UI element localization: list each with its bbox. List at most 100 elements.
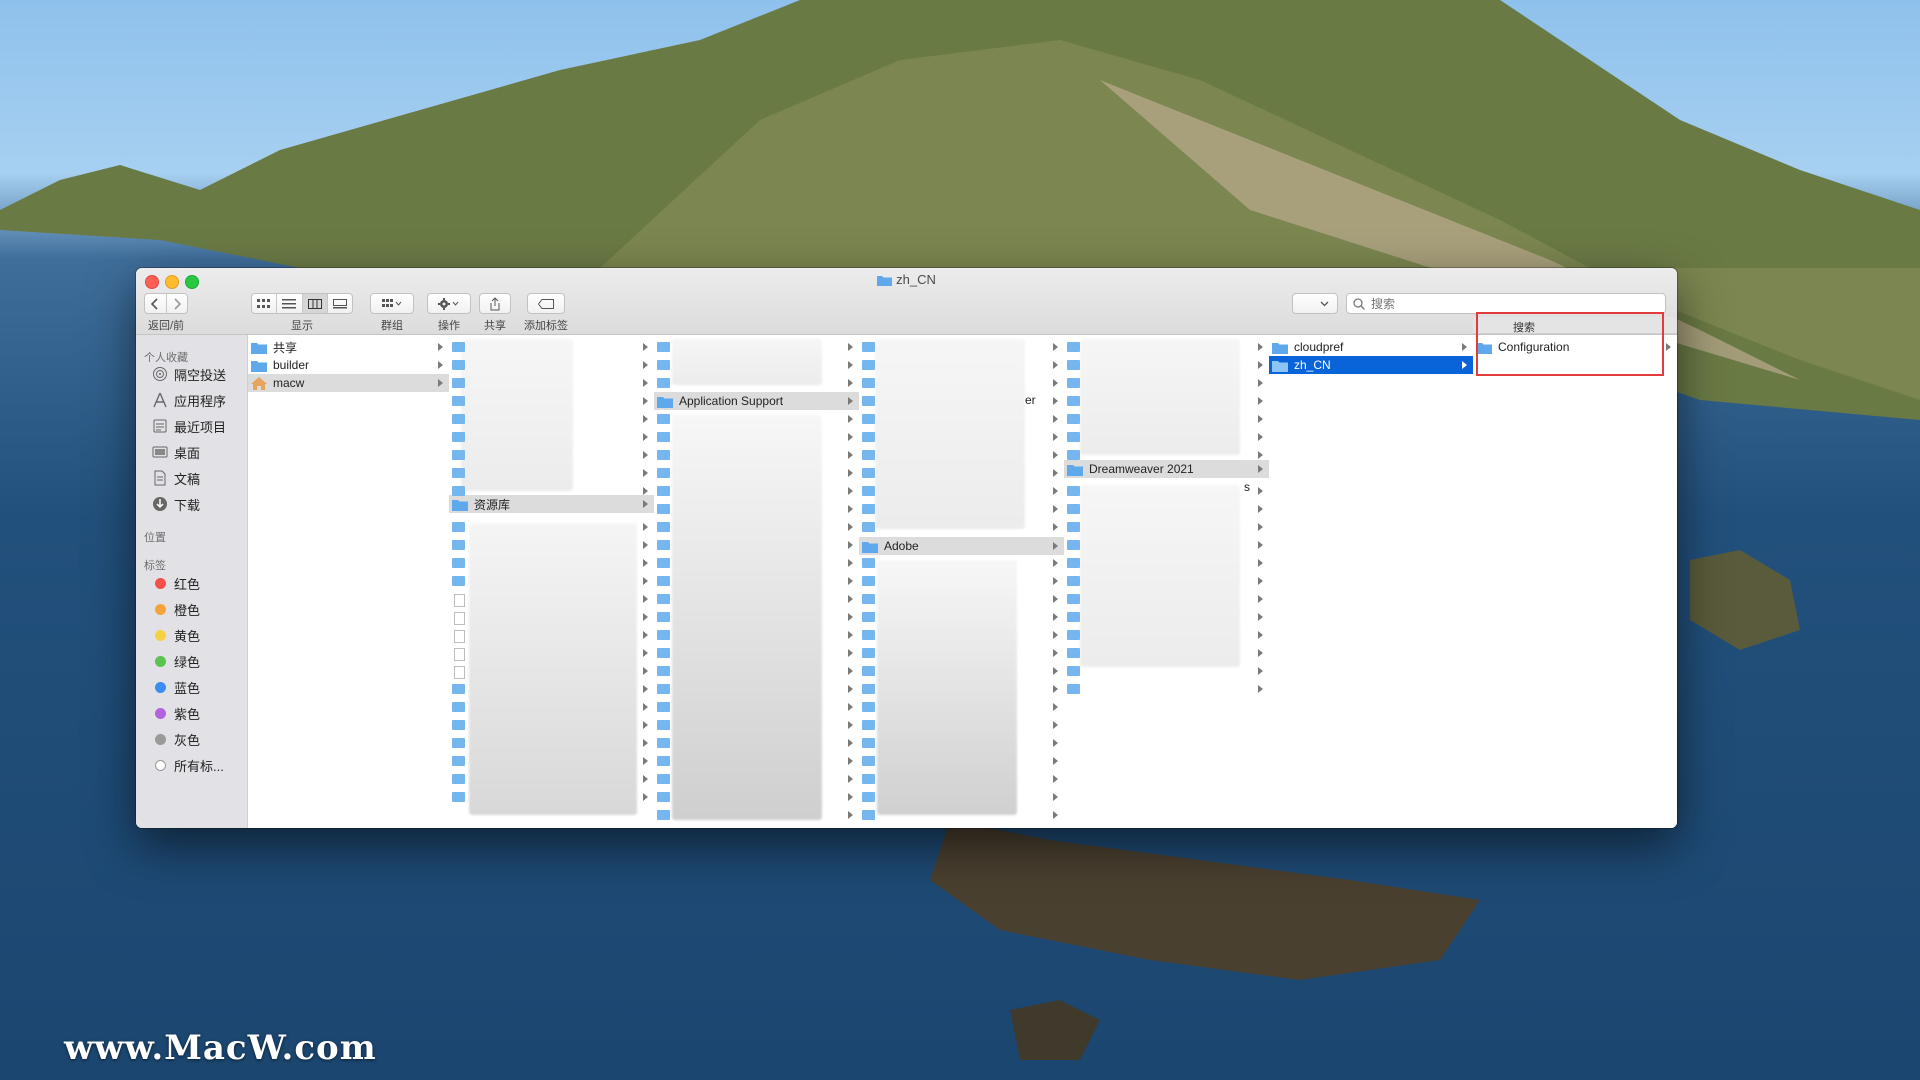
- list-item-library[interactable]: 资源库: [449, 495, 654, 513]
- folder-icon: [1067, 576, 1080, 586]
- list-item-zh-cn[interactable]: zh_CN: [1269, 356, 1473, 374]
- disclosure-arrow-icon: [1053, 523, 1058, 531]
- disclosure-arrow-icon: [848, 667, 853, 675]
- disclosure-arrow-icon: [848, 739, 853, 747]
- disclosure-arrow-icon: [848, 487, 853, 495]
- folder-icon: [657, 630, 670, 640]
- folder-icon: [452, 576, 465, 586]
- back-button[interactable]: [145, 294, 167, 313]
- folder-icon: [1067, 630, 1080, 640]
- disclosure-arrow-icon: [1258, 343, 1263, 351]
- disclosure-arrow-icon: [1258, 505, 1263, 513]
- tag-dot-icon: [154, 707, 166, 719]
- sidebar-item-applications[interactable]: 应用程序: [152, 390, 226, 410]
- disclosure-arrow-icon: [848, 343, 853, 351]
- disclosure-arrow-icon: [1258, 397, 1263, 405]
- disclosure-arrow-icon: [1053, 739, 1058, 747]
- disclosure-arrow-icon: [848, 793, 853, 801]
- search-input[interactable]: [1369, 295, 1653, 312]
- disclosure-arrow-icon: [848, 559, 853, 567]
- applications-icon: [152, 392, 168, 408]
- folder-icon: [657, 756, 670, 766]
- tag-dot-icon: [154, 733, 166, 745]
- disclosure-arrow-icon: [848, 433, 853, 441]
- folder-icon: [1067, 648, 1080, 658]
- folder-icon: [862, 414, 875, 424]
- disclosure-arrow-icon: [643, 685, 648, 693]
- list-item-shared[interactable]: 共享: [248, 338, 449, 356]
- action-button[interactable]: [427, 293, 471, 314]
- disclosure-arrow-icon: [1258, 577, 1263, 585]
- add-tags-button[interactable]: [527, 293, 565, 314]
- disclosure-arrow-icon: [643, 739, 648, 747]
- sidebar: 个人收藏 隔空投送 应用程序 最近项目 桌面 文稿 下载 位置 标签 红色 橙色…: [136, 335, 248, 828]
- folder-icon: [1067, 666, 1080, 676]
- forward-button[interactable]: [167, 294, 188, 313]
- sidebar-tag-blue[interactable]: 蓝色: [152, 677, 200, 697]
- folder-icon: [862, 504, 875, 514]
- search-field[interactable]: [1346, 293, 1666, 314]
- folder-icon: [452, 792, 465, 802]
- disclosure-arrow-icon: [438, 379, 443, 387]
- group-button[interactable]: [370, 293, 414, 314]
- item-label: builder: [273, 358, 310, 372]
- tag-icon: [538, 298, 554, 309]
- gallery-view-button[interactable]: [328, 294, 352, 313]
- folder-icon: [251, 342, 267, 354]
- folder-icon: [862, 468, 875, 478]
- folder-icon: [452, 414, 465, 424]
- disclosure-arrow-icon: [1258, 631, 1263, 639]
- sidebar-item-documents[interactable]: 文稿: [152, 468, 200, 488]
- disclosure-arrow-icon: [643, 649, 648, 657]
- arrange-dropdown[interactable]: [1292, 293, 1338, 314]
- folder-icon: [862, 702, 875, 712]
- disclosure-arrow-icon: [848, 703, 853, 711]
- folder-icon: [657, 522, 670, 532]
- blurred-region: [1080, 339, 1240, 455]
- sidebar-item-desktop[interactable]: 桌面: [152, 442, 200, 462]
- sidebar-item-airdrop[interactable]: 隔空投送: [152, 364, 226, 384]
- sidebar-tag-yellow[interactable]: 黄色: [152, 625, 200, 645]
- icon-view-button[interactable]: [252, 294, 278, 313]
- column-view-button[interactable]: [302, 294, 328, 313]
- sidebar-item-downloads[interactable]: 下载: [152, 494, 200, 514]
- list-item-macw[interactable]: macw: [248, 374, 449, 392]
- folder-icon: [1067, 432, 1080, 442]
- list-item-dreamweaver-2021[interactable]: Dreamweaver 2021: [1064, 460, 1269, 478]
- sidebar-tag-orange[interactable]: 橙色: [152, 599, 200, 619]
- list-item-builder[interactable]: builder: [248, 356, 449, 374]
- list-item-adobe[interactable]: Adobe: [859, 537, 1064, 555]
- folder-icon: [862, 774, 875, 784]
- sidebar-tag-green[interactable]: 绿色: [152, 651, 200, 671]
- disclosure-arrow-icon: [1053, 343, 1058, 351]
- list-item-application-support[interactable]: Application Support: [654, 392, 859, 410]
- tag-dot-icon: [154, 629, 166, 641]
- folder-icon: [452, 342, 465, 352]
- disclosure-arrow-icon: [643, 793, 648, 801]
- desktop-icon: [152, 444, 168, 460]
- sidebar-item-recents[interactable]: 最近项目: [152, 416, 226, 436]
- chevron-down-icon: [1320, 301, 1329, 306]
- folder-icon: [657, 576, 670, 586]
- sidebar-tag-purple[interactable]: 紫色: [152, 703, 200, 723]
- sidebar-tag-gray[interactable]: 灰色: [152, 729, 200, 749]
- share-button[interactable]: [479, 293, 511, 314]
- column-4: er Adobe: [859, 335, 1065, 828]
- folder-icon: [657, 792, 670, 802]
- columns-icon: [307, 298, 322, 309]
- disclosure-arrow-icon: [643, 595, 648, 603]
- sidebar-tag-all[interactable]: 所有标...: [152, 755, 224, 775]
- folder-icon: [1067, 342, 1080, 352]
- partial-item-text: er: [1025, 393, 1036, 407]
- disclosure-arrow-icon: [1462, 361, 1467, 369]
- blurred-region: [1080, 485, 1240, 667]
- disclosure-arrow-icon: [848, 757, 853, 765]
- tag-label: 所有标...: [174, 758, 224, 774]
- disclosure-arrow-icon: [1053, 559, 1058, 567]
- list-view-button[interactable]: [277, 294, 303, 313]
- disclosure-arrow-icon: [1053, 487, 1058, 495]
- tag-label: 紫色: [174, 706, 201, 722]
- disclosure-arrow-icon: [1053, 649, 1058, 657]
- list-item-cloudpref[interactable]: cloudpref: [1269, 338, 1473, 356]
- sidebar-tag-red[interactable]: 红色: [152, 573, 200, 593]
